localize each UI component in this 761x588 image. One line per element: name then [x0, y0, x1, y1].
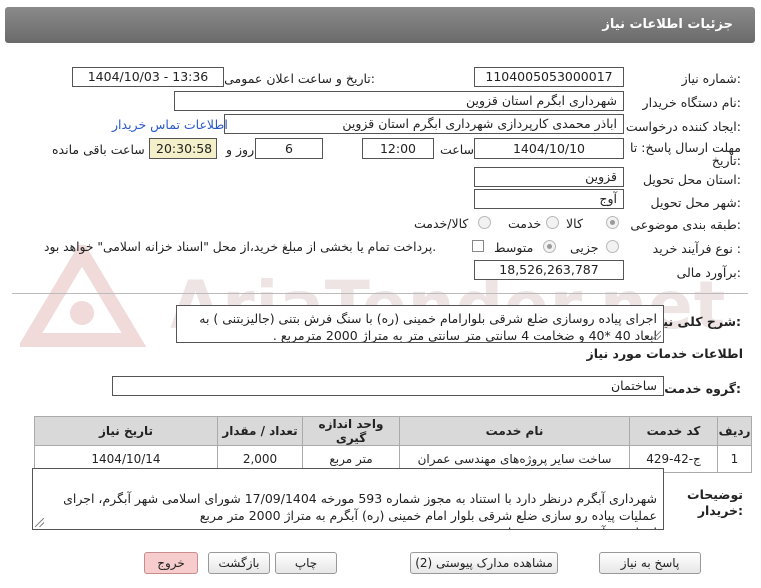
contact-info-link[interactable]: اطلاعات تماس خریدار — [112, 117, 228, 132]
need-number-label: شماره نیاز: — [681, 71, 741, 86]
announce-date-label: تاریخ و ساعت اعلان عمومی: — [224, 71, 375, 86]
attachments-button[interactable]: مشاهده مدارک پیوستی (2) — [410, 552, 558, 574]
city-label: شهر محل تحویل: — [650, 195, 741, 210]
resize-grip-icon[interactable] — [35, 518, 44, 527]
category-label: طبقه بندی موضوعی: — [630, 217, 741, 232]
deadline-label-date: تاریخ: — [711, 153, 741, 168]
city-field: آوج — [474, 189, 624, 209]
process-label: نوع فرآیند خرید : — [652, 241, 741, 256]
buyer-org-field: شهرداری ابگرم استان قزوین — [174, 91, 624, 111]
treasury-payment-note: پرداخت تمام یا بخشی از مبلغ خرید،از محل … — [44, 240, 437, 254]
col-service-name: نام خدمت — [399, 416, 630, 446]
print-button[interactable]: چاپ — [275, 552, 337, 574]
buyer-org-label: نام دستگاه خریدار: — [642, 95, 741, 110]
category-option-goods: کالا — [566, 216, 583, 231]
services-table: ردیف کد خدمت نام خدمت واحد اندازه گیری ت… — [34, 416, 752, 473]
exit-button[interactable]: خروج — [144, 552, 198, 574]
estimate-label: برآورد مالی: — [676, 265, 741, 280]
province-label: استان محل تحویل: — [642, 172, 741, 187]
page-title: جزئیات اطلاعات نیاز — [602, 17, 733, 32]
deadline-time-label: ساعت — [440, 142, 475, 157]
col-need-date: تاریخ نیاز — [34, 416, 218, 446]
buyer-notes-textarea[interactable]: شهرداری آبگرم درنظر دارد با استناد به مج… — [32, 468, 664, 530]
col-quantity: تعداد / مقدار — [217, 416, 303, 446]
estimate-field: 18,526,263,787 — [474, 260, 624, 280]
buyer-notes-label: توضیحات — [687, 487, 743, 502]
back-button[interactable]: بازگشت — [208, 552, 270, 574]
col-row: ردیف — [717, 416, 752, 446]
category-radio-goods-service[interactable] — [478, 216, 491, 229]
category-radio-service[interactable] — [546, 216, 559, 229]
buyer-notes-label-2: خریدار: — [697, 503, 743, 518]
remaining-time-field: 20:30:58 — [149, 138, 217, 159]
process-radio-minor[interactable] — [606, 240, 619, 253]
remaining-time-label: ساعت باقی مانده — [52, 142, 145, 157]
cell-row: 1 — [717, 445, 752, 473]
deadline-time-field: 12:00 — [362, 138, 434, 159]
need-details-window: جزئیات اطلاعات نیاز AriaTender.net شماره… — [0, 0, 761, 588]
category-radio-goods[interactable] — [606, 216, 619, 229]
creator-field: اباذر محمدی کارپردازی شهرداری ابگرم استا… — [224, 114, 624, 134]
treasury-payment-checkbox[interactable] — [472, 240, 484, 252]
resize-grip-icon[interactable] — [652, 331, 661, 340]
watermark-logo-icon — [20, 245, 147, 347]
process-option-medium: متوسط — [494, 240, 534, 255]
summary-label: شرح کلی نیاز: — [651, 314, 742, 329]
service-group-field: ساختمان — [112, 376, 664, 396]
col-service-code: کد خدمت — [629, 416, 718, 446]
col-unit: واحد اندازه گیری — [302, 416, 400, 446]
reply-button[interactable]: پاسخ به نیاز — [599, 552, 701, 574]
days-field: 6 — [255, 138, 323, 159]
category-option-service: خدمت — [508, 216, 542, 231]
process-radio-medium[interactable] — [543, 240, 556, 253]
days-label: روز و — [226, 142, 255, 157]
province-field: قزوین — [474, 167, 624, 187]
process-option-minor: جزیی — [570, 240, 599, 255]
services-table-header: ردیف کد خدمت نام خدمت واحد اندازه گیری ت… — [34, 416, 752, 446]
announce-date-field: 1404/10/03 - 13:36 — [72, 67, 224, 87]
summary-textarea[interactable]: اجرای پیاده روسازی ضلع شرقی بلوارامام خم… — [176, 305, 664, 343]
section-divider — [12, 293, 748, 294]
services-section-title: اطلاعات خدمات مورد نیاز — [586, 346, 744, 361]
buyer-notes-text: شهرداری آبگرم درنظر دارد با استناد به مج… — [63, 491, 657, 529]
category-option-goods-service: کالا/خدمت — [414, 216, 469, 231]
deadline-date-field: 1404/10/10 — [474, 138, 624, 159]
summary-text: اجرای پیاده روسازی ضلع شرقی بلوارامام خم… — [199, 311, 657, 343]
page-header: جزئیات اطلاعات نیاز — [5, 7, 755, 43]
need-number-field: 1104005053000017 — [474, 67, 624, 87]
service-group-label: گروه خدمت: — [664, 381, 741, 396]
creator-label: ایجاد کننده درخواست: — [625, 119, 741, 134]
